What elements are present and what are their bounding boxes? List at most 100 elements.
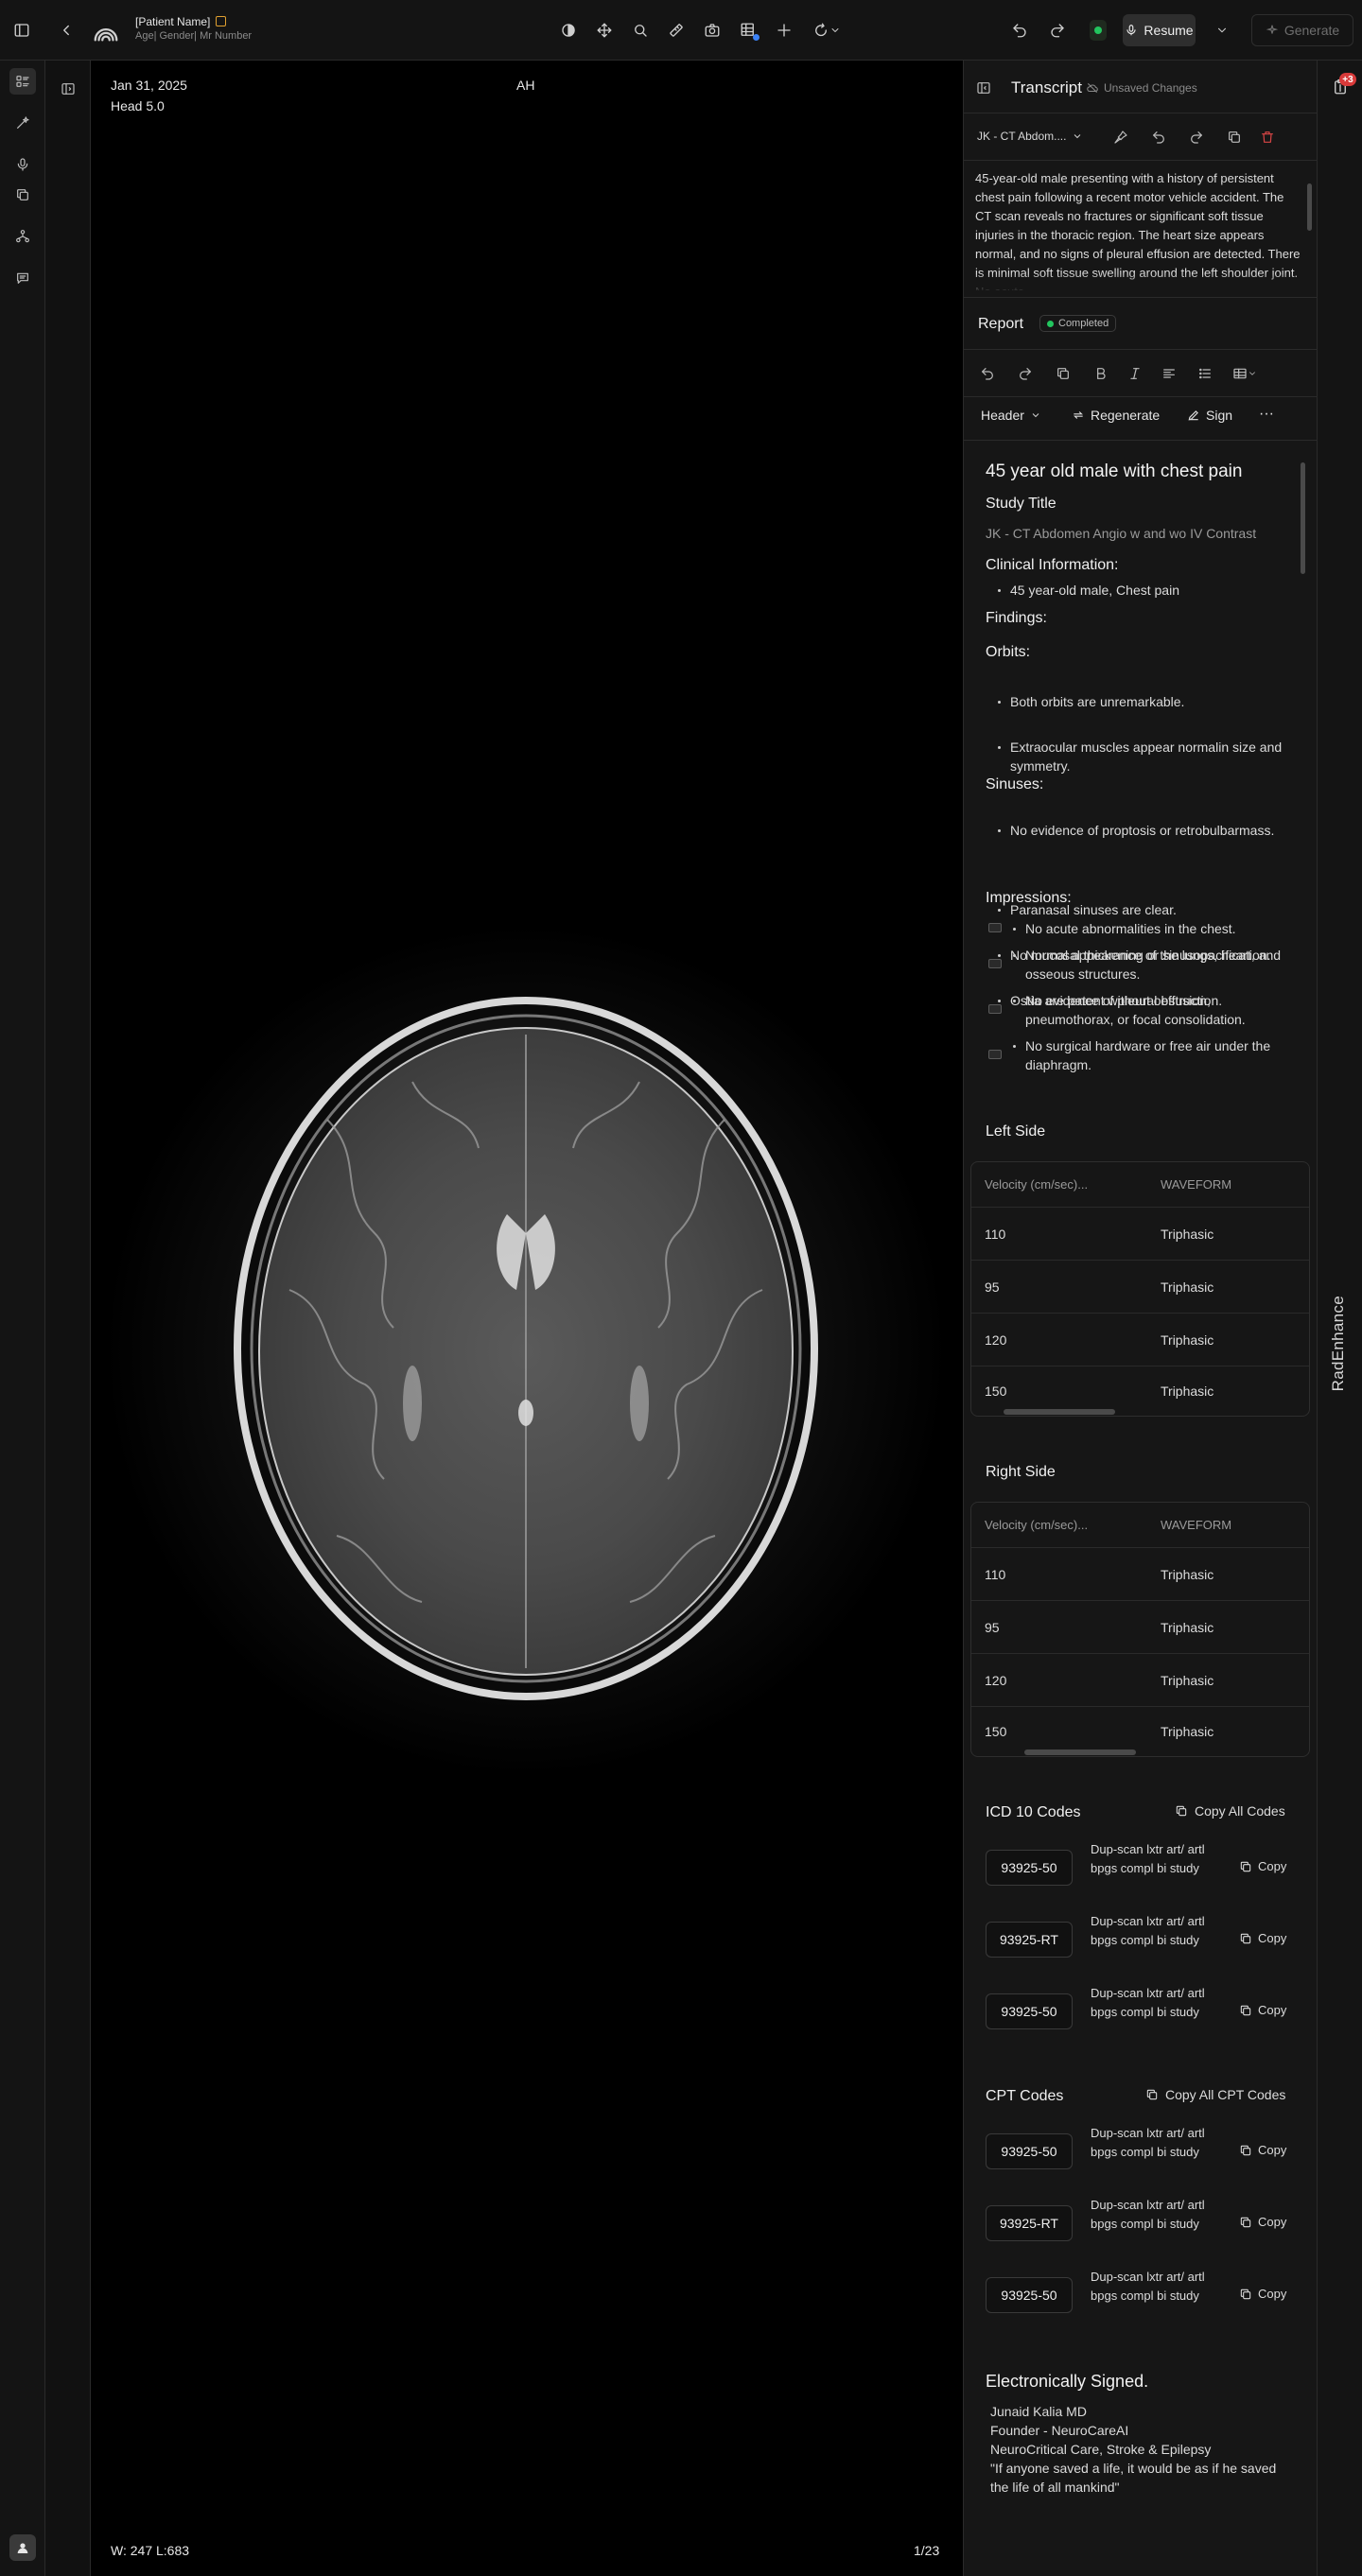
copy-all-label: Copy All CPT Codes (1165, 2087, 1286, 2102)
report-document[interactable]: 45 year old male with chest pain Study T… (986, 61, 1298, 1072)
italic-icon[interactable] (1125, 363, 1145, 384)
table-cell[interactable]: 150 (971, 1724, 1161, 1739)
code-value[interactable]: 93925-RT (986, 2205, 1073, 2241)
measure-icon[interactable] (663, 17, 690, 44)
table-cell[interactable]: Triphasic (1161, 1724, 1214, 1739)
report-panel: Transcript Unsaved Changes JK - CT Abdom… (963, 61, 1318, 2576)
report-undo-icon[interactable] (977, 363, 998, 384)
table-cell[interactable]: 95 (971, 1620, 1161, 1635)
bold-icon[interactable] (1091, 363, 1111, 384)
copy-templates-icon[interactable] (9, 182, 36, 208)
copy-code-button[interactable]: Copy (1239, 2003, 1286, 2017)
report-copy-icon[interactable] (1053, 363, 1074, 384)
left-side-table[interactable]: Velocity (cm/sec)... WAVEFORM 110 Triphasi… (970, 1161, 1310, 1417)
code-description: Dup-scan lxtr art/ artl bpgs compl bi st… (1091, 1986, 1205, 2019)
copy-icon (1240, 1861, 1251, 1871)
table-cell[interactable]: Triphasic (1161, 1332, 1214, 1348)
code-value[interactable]: 93925-RT (986, 1922, 1073, 1958)
copy-code-button[interactable]: Copy (1239, 1931, 1286, 1945)
table-cell[interactable]: 95 (971, 1279, 1161, 1295)
comments-icon[interactable] (9, 265, 36, 291)
resume-dropdown-icon[interactable] (1209, 17, 1235, 44)
copy-code-button[interactable]: Copy (1239, 2215, 1286, 2229)
redo-icon[interactable] (1044, 17, 1071, 44)
table-cell[interactable]: 110 (971, 1227, 1161, 1242)
copy-all-cpt-button[interactable]: Copy All CPT Codes (1145, 2087, 1285, 2102)
copy-icon (1240, 2005, 1251, 2015)
sign-label: Sign (1206, 408, 1233, 423)
copy-code-button[interactable]: Copy (1239, 2143, 1286, 2157)
copy-all-codes-button[interactable]: Copy All Codes (1175, 1803, 1285, 1819)
table-cell[interactable]: Triphasic (1161, 1567, 1214, 1582)
code-value[interactable]: 93925-50 (986, 1850, 1073, 1886)
table-row[interactable]: 95 Triphasic (971, 1601, 1309, 1654)
workflow-icon[interactable] (9, 223, 36, 250)
regenerate-button[interactable]: Regenerate (1072, 408, 1160, 423)
sign-button[interactable]: Sign (1187, 408, 1232, 423)
report-redo-icon[interactable] (1015, 363, 1036, 384)
rotate-icon[interactable] (810, 17, 844, 44)
zoom-icon[interactable] (627, 17, 654, 44)
report-scrollbar[interactable] (1301, 462, 1305, 574)
table-cell[interactable]: 150 (971, 1384, 1161, 1399)
table-cell[interactable]: 110 (971, 1567, 1161, 1582)
code-value[interactable]: 93925-50 (986, 1993, 1073, 2029)
table-icon[interactable] (1229, 363, 1261, 384)
flag-icon[interactable] (216, 16, 227, 26)
divider (964, 440, 1318, 441)
mic-icon (1126, 25, 1137, 36)
code-description: Dup-scan lxtr art/ artl bpgs compl bi st… (1091, 1842, 1205, 1875)
transcript-scrollbar[interactable] (1307, 183, 1312, 231)
table-row[interactable]: 110 Triphasic (971, 1548, 1309, 1601)
generate-button[interactable]: Generate (1251, 14, 1353, 46)
dictation-icon[interactable] (9, 151, 36, 178)
column-header[interactable]: Velocity (cm/sec)... (971, 1177, 1161, 1192)
patient-name[interactable]: [Patient Name] (135, 15, 227, 28)
list-icon[interactable] (1195, 363, 1215, 384)
table-row[interactable]: 150 Triphasic (971, 1707, 1309, 1756)
header-select[interactable]: Header (981, 408, 1041, 423)
table-cell[interactable]: Triphasic (1161, 1227, 1214, 1242)
plus-icon[interactable] (771, 17, 797, 44)
contrast-icon[interactable] (555, 17, 582, 44)
right-side-table[interactable]: Velocity (cm/sec)... WAVEFORM 110 Triphasi… (970, 1502, 1310, 1757)
move-icon[interactable] (591, 17, 618, 44)
grid-icon[interactable] (735, 17, 761, 44)
column-header[interactable]: WAVEFORM (1161, 1518, 1231, 1532)
signature-role: Founder - NeuroCareAI (990, 2423, 1129, 2438)
table-cell[interactable]: Triphasic (1161, 1384, 1214, 1399)
magic-wand-icon[interactable] (9, 110, 36, 136)
resume-button[interactable]: Resume (1123, 14, 1196, 46)
mri-scan-image[interactable] (91, 61, 963, 2576)
camera-icon[interactable] (699, 17, 725, 44)
radenhance-tab[interactable]: RadEnhance (1329, 1296, 1348, 1391)
transcript-fade (964, 273, 1316, 292)
panel-toggle-icon[interactable] (55, 76, 81, 102)
table-row[interactable]: 95 Triphasic (971, 1261, 1309, 1314)
sidebar-toggle-icon[interactable] (9, 17, 35, 44)
code-value[interactable]: 93925-50 (986, 2133, 1073, 2169)
table-row[interactable]: 120 Triphasic (971, 1654, 1309, 1707)
align-left-icon[interactable] (1159, 363, 1179, 384)
table-row[interactable]: 120 Triphasic (971, 1314, 1309, 1366)
table-cell[interactable]: 120 (971, 1332, 1161, 1348)
patient-name-text: [Patient Name] (135, 15, 211, 28)
copy-code-button[interactable]: Copy (1239, 1859, 1286, 1873)
table-cell[interactable]: Triphasic (1161, 1673, 1214, 1688)
undo-icon[interactable] (1006, 17, 1033, 44)
table-cell[interactable]: Triphasic (1161, 1279, 1214, 1295)
left-table-scrollbar[interactable] (1004, 1409, 1115, 1415)
column-header[interactable]: WAVEFORM (1161, 1177, 1231, 1192)
table-cell[interactable]: 120 (971, 1673, 1161, 1688)
column-header[interactable]: Velocity (cm/sec)... (971, 1518, 1161, 1532)
table-row[interactable]: 110 Triphasic (971, 1208, 1309, 1261)
table-cell[interactable]: Triphasic (1161, 1620, 1214, 1635)
avatar[interactable] (9, 2534, 36, 2561)
back-icon[interactable] (53, 17, 79, 44)
studies-icon[interactable] (9, 68, 36, 95)
more-options-icon[interactable]: ··· (1259, 406, 1274, 423)
right-table-scrollbar[interactable] (1024, 1749, 1136, 1755)
copy-code-button[interactable]: Copy (1239, 2287, 1286, 2301)
image-viewer[interactable]: Jan 31, 2025 Head 5.0 AH W: 247 L:683 1/… (91, 61, 963, 2576)
code-value[interactable]: 93925-50 (986, 2277, 1073, 2313)
